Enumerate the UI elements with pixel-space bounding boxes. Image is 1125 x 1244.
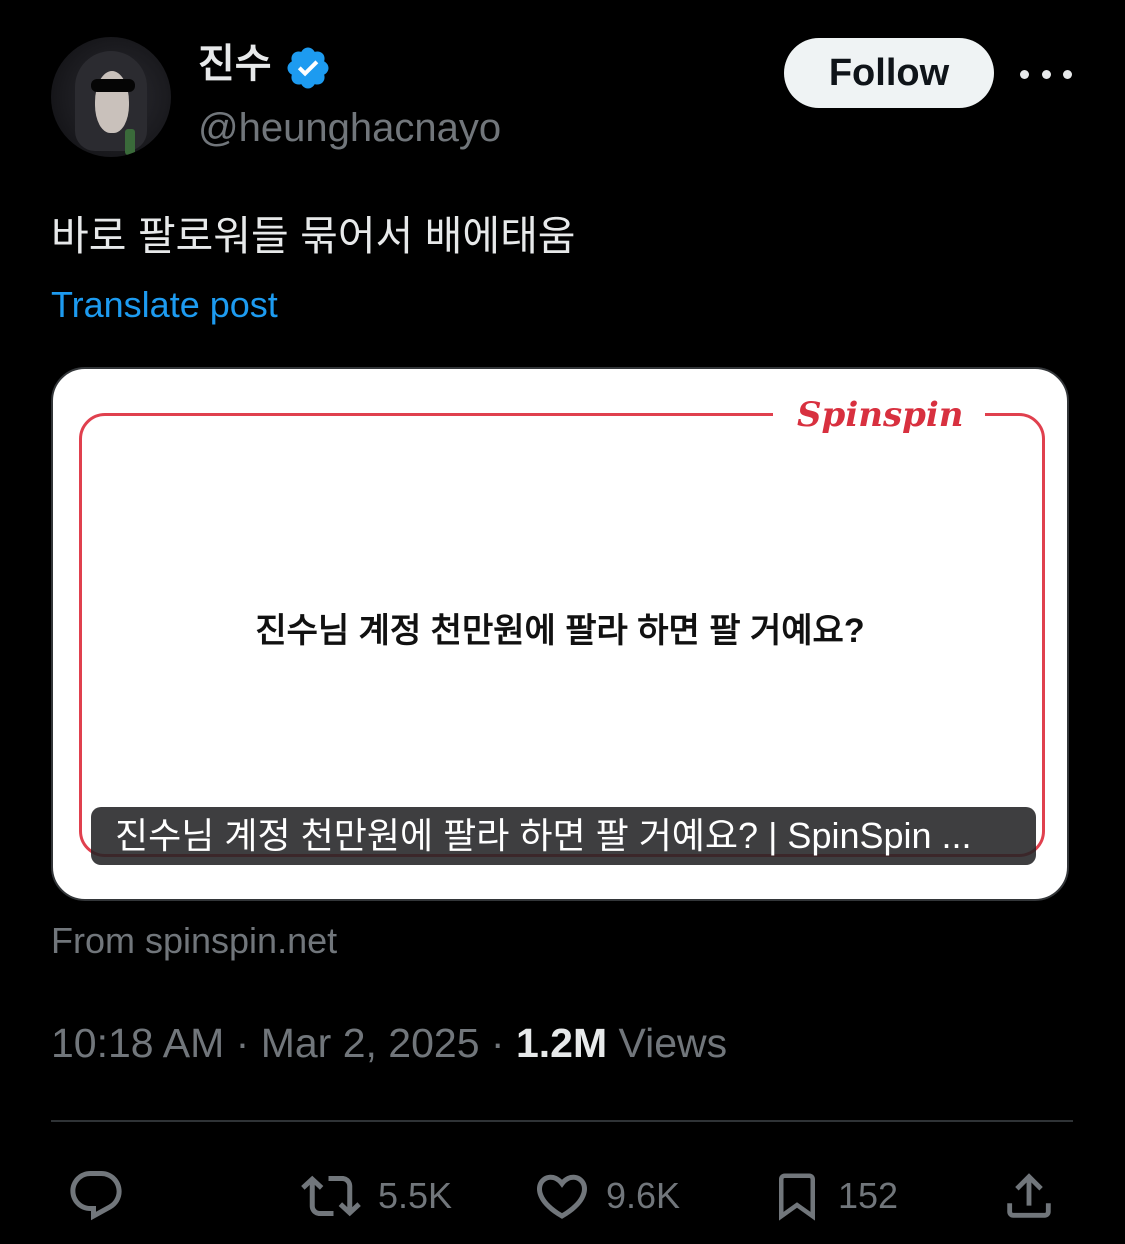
card-title-overlay: 진수님 계정 천만원에 팔라 하면 팔 거예요? | SpinSpin ...	[91, 807, 1036, 865]
post-time[interactable]: 10:18 AM	[51, 1020, 224, 1066]
repost-button[interactable]: 5.5K	[298, 1164, 452, 1228]
follow-button[interactable]: Follow	[784, 38, 994, 108]
bookmark-icon	[779, 1173, 815, 1221]
share-button[interactable]	[1000, 1164, 1058, 1228]
translate-post-link[interactable]: Translate post	[51, 282, 278, 328]
post-meta: 10:18 AM · Mar 2, 2025 · 1.2M Views	[51, 1018, 727, 1068]
divider	[51, 1120, 1073, 1122]
views-label: Views	[618, 1020, 728, 1066]
avatar[interactable]	[51, 37, 171, 157]
link-preview-card[interactable]: Spinspin 진수님 계정 천만원에 팔라 하면 팔 거예요? 진수님 계정…	[51, 367, 1069, 901]
post-text: 바로 팔로워들 묶어서 배에태움	[51, 213, 576, 259]
heart-icon	[536, 1174, 588, 1219]
bookmark-count: 152	[838, 1175, 899, 1216]
display-name[interactable]: 진수	[198, 40, 272, 88]
bookmark-button[interactable]: 152	[770, 1164, 898, 1228]
user-handle[interactable]: @heunghacnayo	[198, 104, 501, 152]
repost-icon	[301, 1175, 361, 1217]
meta-separator: ·	[490, 1020, 505, 1066]
verified-badge-icon	[287, 47, 329, 89]
share-icon	[1007, 1173, 1051, 1218]
spinspin-logo: Spinspin	[797, 395, 964, 435]
like-button[interactable]: 9.6K	[532, 1164, 680, 1228]
card-source-domain[interactable]: From spinspin.net	[51, 918, 337, 964]
reply-button[interactable]	[66, 1164, 126, 1228]
like-count: 9.6K	[606, 1175, 681, 1216]
post-date[interactable]: Mar 2, 2025	[261, 1020, 480, 1066]
meta-separator: ·	[235, 1020, 250, 1066]
views-count: 1.2M	[515, 1020, 608, 1066]
repost-count: 5.5K	[378, 1175, 453, 1216]
card-question-text: 진수님 계정 천만원에 팔라 하면 팔 거예요?	[255, 612, 865, 650]
reply-icon	[70, 1171, 122, 1221]
more-options-icon[interactable]	[1020, 60, 1072, 88]
